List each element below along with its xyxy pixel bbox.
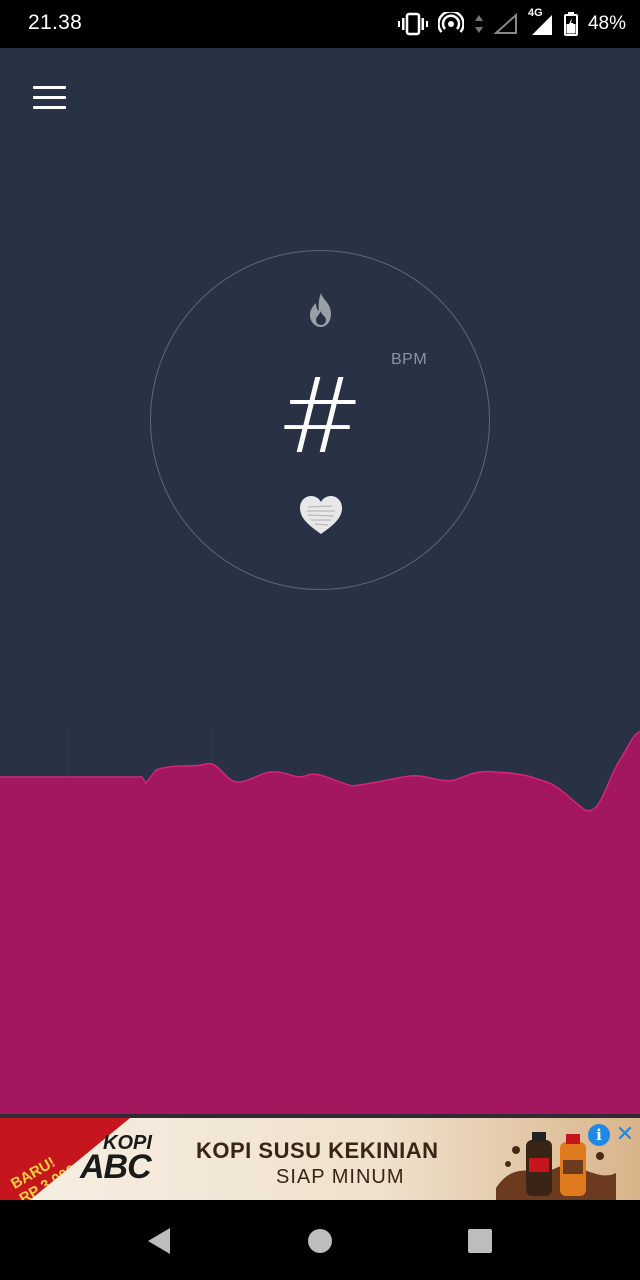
signal-with-network: 4G xyxy=(528,7,554,37)
menu-line xyxy=(33,106,66,109)
battery-icon xyxy=(563,12,578,36)
signal-icon xyxy=(531,15,552,35)
ad-banner[interactable]: BARU! RP 3.000,- KOPI ABC KOPI SUSU KEKI… xyxy=(0,1114,640,1200)
vibrate-icon xyxy=(397,12,428,36)
ad-brand-logo: ABC xyxy=(80,1148,152,1186)
home-icon[interactable] xyxy=(303,1224,337,1258)
status-time: 21.38 xyxy=(28,11,83,34)
ad-subheadline: SIAP MINUM xyxy=(276,1166,405,1188)
heart-rate-screen: BPM # xyxy=(0,48,640,1114)
hotspot-icon xyxy=(437,12,464,33)
data-arrows-icon xyxy=(474,15,483,33)
hamburger-menu-icon xyxy=(33,86,66,89)
flame-icon xyxy=(310,293,331,327)
bpm-value: # xyxy=(276,355,364,477)
recents-icon[interactable] xyxy=(463,1224,497,1258)
ad-ribbon-text: BARU! RP 3.000,- xyxy=(8,1142,87,1200)
navigation-bar xyxy=(0,1200,640,1280)
heart-icon xyxy=(300,496,342,534)
ad-content[interactable]: BARU! RP 3.000,- KOPI ABC KOPI SUSU KEKI… xyxy=(0,1118,640,1200)
info-icon[interactable]: i xyxy=(588,1124,610,1146)
measurement-dial[interactable]: BPM # xyxy=(150,250,490,590)
ad-headline: KOPI SUSU KEKINIAN xyxy=(196,1138,439,1163)
back-icon[interactable] xyxy=(142,1224,176,1258)
battery-percent: 48% xyxy=(587,13,626,34)
menu-line xyxy=(33,96,66,99)
signal-empty-icon xyxy=(493,13,517,34)
status-bar: 21.38 4G 48% xyxy=(0,0,640,48)
menu-button[interactable] xyxy=(30,83,70,113)
status-icons: 4G 48% xyxy=(397,7,626,40)
heart-rate-wave xyxy=(0,728,640,1114)
close-icon[interactable]: ✕ xyxy=(614,1122,636,1146)
